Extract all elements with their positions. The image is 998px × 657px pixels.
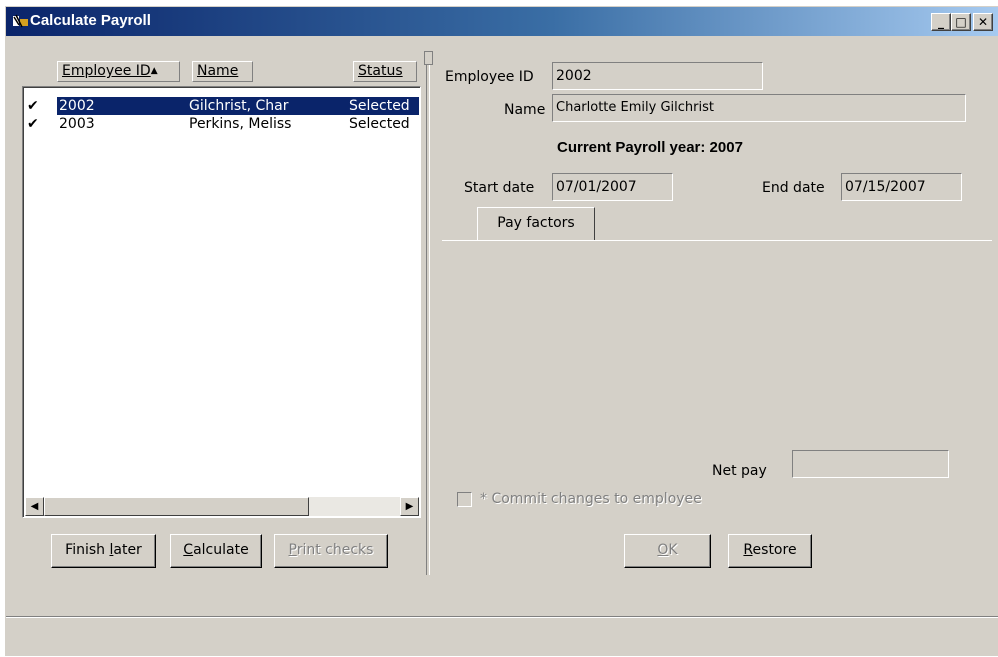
- maximize-icon: □: [955, 15, 967, 29]
- column-header-name[interactable]: Name: [192, 61, 253, 82]
- employee-id-label: Employee ID: [445, 69, 534, 85]
- ok-button[interactable]: OK: [624, 534, 711, 568]
- sort-ascending-icon: ▲: [150, 66, 158, 76]
- finish-later-button[interactable]: Finish later: [51, 534, 156, 568]
- check-mark-icon: ✔: [27, 116, 39, 132]
- close-button[interactable]: ✕: [973, 13, 993, 31]
- row-status: Selected: [349, 98, 410, 114]
- title-bar[interactable]: Calculate Payroll _ □ ✕: [6, 7, 998, 36]
- restore-button[interactable]: Restore: [728, 534, 812, 568]
- scroll-right-button[interactable]: ▶: [400, 497, 419, 516]
- arrow-left-icon: ◀: [30, 501, 39, 512]
- payroll-year-heading: Current Payroll year: 2007: [557, 139, 743, 156]
- calculate-payroll-window: Calculate Payroll _ □ ✕ Employee ID▲ Nam…: [5, 6, 998, 656]
- column-header-name-label: Name: [197, 63, 239, 79]
- finish-later-label-post: ater: [113, 542, 142, 558]
- column-header-status[interactable]: Status: [353, 61, 417, 82]
- net-pay-field[interactable]: [792, 450, 949, 478]
- commit-changes-checkbox[interactable]: [457, 492, 472, 507]
- tab-pay-factors-label: Pay factors: [497, 215, 575, 231]
- row-status: Selected: [349, 116, 410, 132]
- status-bar-divider: [6, 616, 998, 618]
- ok-accelerator: O: [657, 542, 669, 558]
- scroll-thumb[interactable]: [44, 497, 309, 516]
- arrow-right-icon: ▶: [405, 501, 414, 512]
- minimize-button[interactable]: _: [931, 13, 951, 31]
- row-employee-name: Perkins, Meliss: [189, 116, 292, 132]
- print-checks-button[interactable]: Print checks: [274, 534, 388, 568]
- payroll-app-icon: [13, 14, 28, 28]
- calculate-label-post: alculate: [193, 542, 249, 558]
- status-bar: [6, 620, 998, 657]
- start-date-field[interactable]: 07/01/2007: [552, 173, 673, 201]
- close-icon: ✕: [977, 15, 989, 29]
- tab-divider: [442, 240, 992, 242]
- employee-list[interactable]: ✔ 2002 Gilchrist, Char Selected ✔ 2003 P…: [22, 86, 421, 518]
- ok-label-post: K: [668, 542, 678, 558]
- window-title: Calculate Payroll: [30, 12, 151, 29]
- start-date-label: Start date: [464, 180, 535, 196]
- tab-pay-factors[interactable]: Pay factors: [477, 207, 595, 240]
- table-row[interactable]: ✔ 2003 Perkins, Meliss Selected: [25, 115, 419, 133]
- row-employee-id: 2003: [59, 116, 95, 132]
- end-date-field[interactable]: 07/15/2007: [841, 173, 962, 201]
- name-field[interactable]: Charlotte Emily Gilchrist: [552, 94, 966, 122]
- name-label: Name: [504, 102, 546, 118]
- maximize-button[interactable]: □: [951, 13, 971, 31]
- employee-id-field[interactable]: 2002: [552, 62, 763, 90]
- finish-later-label-pre: Finish: [65, 542, 110, 558]
- column-header-employee-id[interactable]: Employee ID▲: [57, 61, 180, 82]
- restore-accelerator: R: [743, 542, 753, 558]
- calculate-button[interactable]: Calculate: [170, 534, 262, 568]
- print-checks-label-post: rint checks: [296, 542, 374, 558]
- column-header-employee-id-label: Employee ID: [62, 63, 151, 79]
- column-header-status-label: Status: [358, 63, 403, 79]
- end-date-label: End date: [762, 180, 825, 196]
- print-checks-accelerator: P: [288, 542, 297, 558]
- check-mark-icon: ✔: [27, 98, 39, 114]
- calculate-accelerator: C: [183, 542, 194, 558]
- net-pay-label: Net pay: [712, 463, 767, 479]
- restore-label-post: estore: [752, 542, 797, 558]
- scroll-left-button[interactable]: ◀: [25, 497, 44, 516]
- row-employee-name: Gilchrist, Char: [189, 98, 289, 114]
- table-row[interactable]: ✔ 2002 Gilchrist, Char Selected: [25, 97, 419, 115]
- row-employee-id: 2002: [59, 98, 95, 114]
- minimize-icon: _: [938, 15, 944, 29]
- pane-splitter[interactable]: [426, 57, 430, 575]
- horizontal-scrollbar[interactable]: ◀ ▶: [25, 497, 419, 516]
- splitter-handle[interactable]: [424, 51, 433, 65]
- commit-changes-label: * Commit changes to employee: [480, 491, 702, 507]
